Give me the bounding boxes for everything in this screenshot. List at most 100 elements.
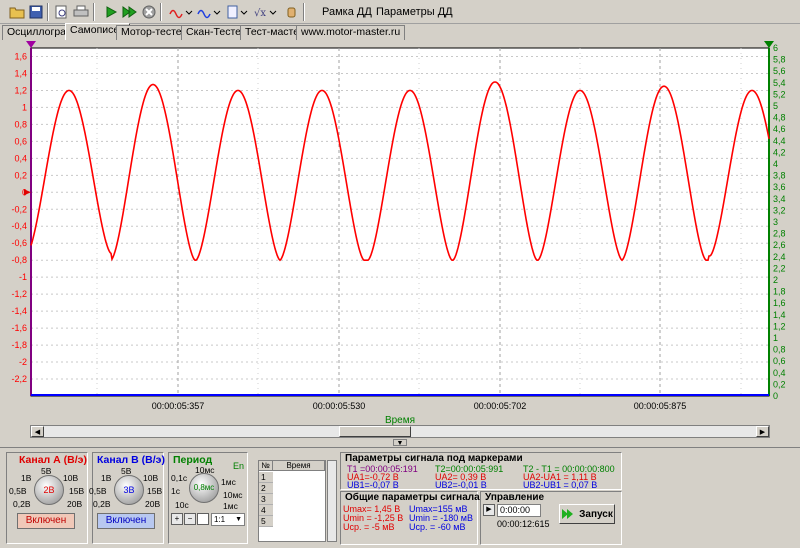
scroll-left-icon[interactable]: ◀ (31, 426, 44, 437)
channel-b-knob[interactable]: 3В (114, 475, 144, 505)
zoom-in-icon[interactable]: + (171, 513, 183, 525)
knob-tick: 10В (143, 473, 159, 483)
period-value: 0,8мс (193, 483, 215, 492)
period-en-label[interactable]: En (233, 461, 244, 471)
knob-tick: 0,2В (93, 499, 111, 509)
collapse-panel-icon[interactable]: ▼ (393, 439, 407, 447)
channel-b-enable-button[interactable]: Включен (97, 513, 155, 529)
time-scrollbar[interactable]: ◀ ▶ (30, 425, 770, 438)
left-tick-label: 1,6 (14, 51, 27, 61)
channel-b-title: Канал B (В/э) (97, 454, 165, 466)
table-row[interactable]: 4 (259, 505, 273, 516)
right-tick-label: 4,4 (773, 136, 786, 146)
toolbar: √x Рамка ДД Параметры ДД (0, 0, 800, 24)
save-icon[interactable] (27, 3, 45, 21)
table-row[interactable]: 5 (259, 516, 273, 527)
wave-red-icon[interactable] (168, 3, 194, 21)
general-params-title: Общие параметры сигнала (345, 492, 480, 503)
tab-website[interactable]: www.motor-master.ru (296, 25, 406, 40)
knob-tick: 20В (67, 499, 83, 509)
right-tick-label: 2,8 (773, 229, 786, 239)
play-icon[interactable] (102, 3, 120, 21)
recorder-chart[interactable]: 1,61,41,210,80,60,40,20-0,2-0,4-0,6-0,8-… (0, 40, 800, 438)
left-tick-label: -0,6 (11, 238, 27, 248)
table-scrollbar[interactable] (327, 460, 337, 542)
right-tick-label: 2 (773, 275, 778, 285)
table-row[interactable]: 2 (259, 483, 273, 494)
page-icon[interactable] (197, 513, 209, 525)
marker-t1-icon (26, 41, 36, 48)
channel-a-value: 2В (43, 485, 55, 495)
marker-table[interactable]: № Время 1 2 3 4 5 (258, 460, 326, 542)
right-tick-label: 1 (773, 333, 778, 343)
channel-a-enable-button[interactable]: Включен (17, 513, 75, 529)
right-tick-label: 2,6 (773, 240, 786, 250)
toolbar-separator (160, 3, 162, 21)
toolbar-separator (303, 3, 305, 21)
print-icon[interactable] (72, 3, 90, 21)
left-tick-label: 0,4 (14, 153, 27, 163)
right-tick-label: 6 (773, 43, 778, 53)
time-field[interactable]: 0:00:00 (497, 504, 541, 517)
open-folder-icon[interactable] (8, 3, 26, 21)
zero-marker-icon (24, 189, 31, 196)
left-tick-label: -0,8 (11, 255, 27, 265)
right-tick-label: 4,8 (773, 113, 786, 123)
table-header-no: № (259, 461, 273, 471)
knob-tick: 15В (147, 486, 163, 496)
knob-tick: 0,1с (171, 473, 188, 483)
channel-a-knob[interactable]: 2В (34, 475, 64, 505)
left-tick-label: -1,8 (11, 340, 27, 350)
channel-a-title: Канал А (В/э) (19, 454, 87, 466)
right-tick-label: 1,6 (773, 298, 786, 308)
right-tick-label: 1,8 (773, 287, 786, 297)
plot-area (30, 47, 770, 397)
start-button[interactable]: Запуск (559, 504, 615, 524)
right-tick-label: 5 (773, 101, 778, 111)
left-tick-label: 1,2 (14, 85, 27, 95)
left-tick-label: 1 (22, 102, 27, 112)
marker-params-title: Параметры сигнала под маркерами (345, 453, 523, 464)
right-tick-label: 0,8 (773, 345, 786, 355)
marker-params-group: Параметры сигнала под маркерами T1 =00:0… (340, 452, 622, 490)
right-tick-label: 0 (773, 391, 778, 401)
stop-icon[interactable] (140, 3, 158, 21)
toolbar-separator (47, 3, 49, 21)
period-knob[interactable]: 0,8мс (189, 473, 219, 503)
left-tick-label: 0,2 (14, 170, 27, 180)
document-icon[interactable] (225, 3, 249, 21)
hand-icon[interactable] (282, 3, 300, 21)
left-tick-label: -0,4 (11, 221, 27, 231)
preview-icon[interactable] (52, 3, 70, 21)
right-tick-label: 4,6 (773, 124, 786, 134)
right-tick-label: 3,6 (773, 182, 786, 192)
wave-blue-icon[interactable] (196, 3, 222, 21)
table-row[interactable]: 3 (259, 494, 273, 505)
right-tick-label: 3,4 (773, 194, 786, 204)
ratio-select[interactable]: 1:1 ▼ (211, 513, 245, 526)
knob-tick: 10с (175, 500, 189, 510)
menu-ramka-dd[interactable]: Рамка ДД (322, 6, 372, 18)
right-tick-label: 1,4 (773, 310, 786, 320)
left-tick-label: -2 (19, 357, 27, 367)
table-row[interactable]: 1 (259, 472, 273, 483)
menu-parametry-dd[interactable]: Параметры ДД (376, 6, 453, 18)
run-arrow-icon (562, 509, 574, 519)
knob-tick: 1В (21, 473, 32, 483)
right-tick-label: 2,2 (773, 263, 786, 273)
ucp-a: Ucp. = -5 мВ (343, 522, 395, 532)
x-tick-label: 00:00:05:875 (634, 401, 687, 411)
elapsed-time: 00:00:12:615 (497, 519, 550, 529)
general-params-group: Общие параметры сигнала Umax= 1,45 В Umi… (340, 491, 480, 545)
knob-tick: 15В (69, 486, 85, 496)
zoom-out-icon[interactable]: − (184, 513, 196, 525)
play-small-icon[interactable]: ▶ (483, 504, 495, 516)
right-tick-label: 4 (773, 159, 778, 169)
function-icon[interactable]: √x (252, 3, 278, 21)
left-tick-label: 0,8 (14, 119, 27, 129)
x-tick-label: 00:00:05:702 (474, 401, 527, 411)
scroll-thumb[interactable] (339, 426, 411, 437)
play-fast-icon[interactable] (121, 3, 139, 21)
scroll-right-icon[interactable]: ▶ (756, 426, 769, 437)
marker-dub: UB2-UB1 = 0,07 В (523, 480, 598, 490)
